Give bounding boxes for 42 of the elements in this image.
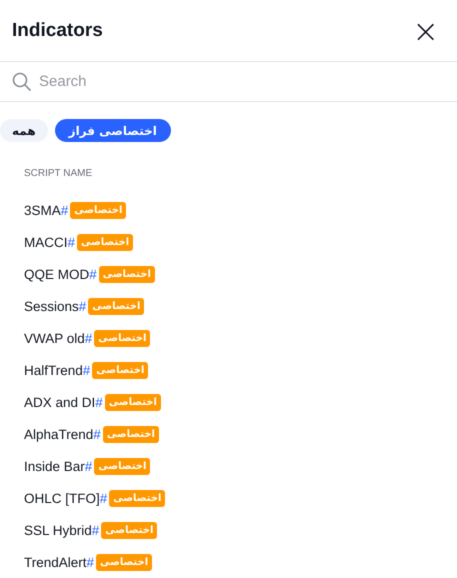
badge: اختصاصی: [104, 394, 161, 410]
hash-mark: #: [82, 362, 90, 378]
search-icon: [12, 72, 32, 92]
badge: اختصاصی: [98, 266, 155, 282]
badge: اختصاصی: [88, 298, 144, 314]
filter-chip[interactable]: اختصاصی فراز: [54, 119, 171, 142]
badge: اختصاصی: [94, 330, 150, 346]
script-name[interactable]: AlphaTrend: [24, 426, 94, 442]
badge: اختصاصی: [92, 362, 148, 378]
hash-mark: #: [78, 298, 86, 314]
hash-mark: #: [92, 522, 100, 538]
hash-mark: #: [68, 234, 76, 250]
hash-mark: #: [89, 266, 97, 282]
badge: اختصاصی: [77, 234, 134, 250]
badge: اختصاصی: [101, 522, 158, 538]
hash-mark: #: [95, 394, 103, 410]
script-name[interactable]: SSL Hybrid: [24, 522, 92, 538]
dialog-title: Indicators: [12, 20, 103, 42]
badge: اختصاصی: [70, 202, 126, 218]
hash-mark: #: [84, 458, 92, 474]
hash-mark: #: [84, 330, 92, 346]
script-name[interactable]: QQE MOD: [24, 266, 90, 282]
close-button[interactable]: ×: [406, 16, 445, 46]
hash-mark: #: [60, 202, 68, 218]
column-heading: SCRIPT NAME: [23, 167, 94, 180]
badge: اختصاصی: [94, 458, 150, 474]
badge: اختصاصی: [109, 490, 166, 506]
hash-mark: #: [86, 554, 94, 570]
script-name[interactable]: HalfTrend: [24, 362, 83, 378]
script-name[interactable]: MACCI: [24, 234, 68, 250]
script-name[interactable]: Sessions: [24, 298, 79, 314]
hash-mark: #: [100, 490, 108, 506]
filter-chip[interactable]: همه: [0, 119, 48, 142]
script-name[interactable]: Inside Bar: [24, 458, 85, 474]
hash-mark: #: [93, 426, 101, 442]
badge: اختصاصی: [102, 426, 159, 442]
script-name[interactable]: OHLC [TFO]: [24, 490, 100, 506]
script-name[interactable]: ADX and DI: [24, 394, 96, 410]
script-name[interactable]: VWAP old: [24, 330, 85, 346]
script-name[interactable]: TrendAlert: [24, 554, 87, 570]
badge: اختصاصی: [96, 554, 152, 570]
script-name[interactable]: 3SMA: [24, 202, 61, 218]
